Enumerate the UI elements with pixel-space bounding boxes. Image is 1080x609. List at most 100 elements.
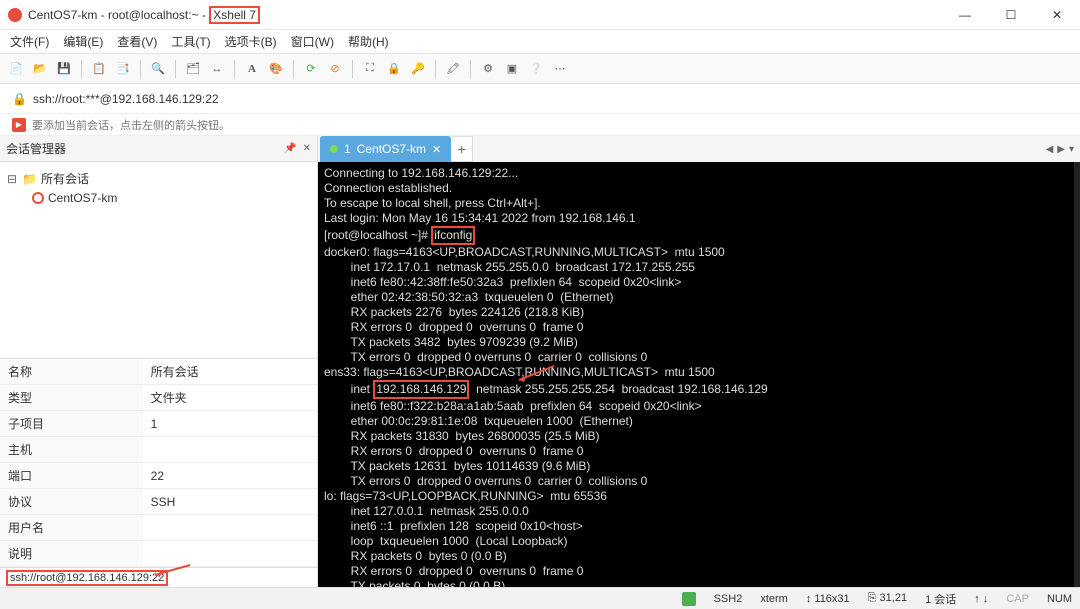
transfer-button[interactable]: ↔	[207, 59, 227, 79]
address-bar[interactable]: 🔒 ssh://root:***@192.168.146.129:22	[0, 84, 1080, 114]
tree-session-item[interactable]: CentOS7-km	[4, 189, 313, 207]
search-button[interactable]: 🔍	[148, 59, 168, 79]
settings-button[interactable]: ⚙	[478, 59, 498, 79]
property-row: 类型文件夹	[0, 385, 317, 411]
pin-icon[interactable]: 📌	[284, 143, 296, 154]
window-title: CentOS7-km - root@localhost:~ - Xshell 7	[28, 8, 260, 22]
property-value: SSH	[143, 489, 317, 515]
property-key: 说明	[0, 541, 143, 567]
separator	[470, 60, 471, 78]
status-net: ↑ ↓	[974, 593, 988, 605]
separator	[140, 60, 141, 78]
tab-menu-button[interactable]: ▾	[1069, 144, 1074, 155]
add-tab-button[interactable]: +	[451, 136, 473, 162]
status-ssh: SSH2	[714, 593, 743, 605]
tab-next-button[interactable]: ▶	[1057, 144, 1065, 155]
color-button[interactable]: 🎨	[266, 59, 286, 79]
panel-close-button[interactable]: ✕	[303, 143, 311, 154]
separator	[81, 60, 82, 78]
hint-text: 要添加当前会话，点击左侧的箭头按钮。	[32, 117, 230, 133]
session-tree[interactable]: ⊟ 📁 所有会话 CentOS7-km	[0, 162, 317, 358]
tree-root[interactable]: ⊟ 📁 所有会话	[4, 168, 313, 189]
menu-item[interactable]: 编辑(E)	[63, 33, 103, 50]
tab-index: 1	[344, 142, 351, 156]
property-key: 用户名	[0, 515, 143, 541]
font-button[interactable]: A	[242, 59, 262, 79]
property-value: 所有会话	[143, 359, 317, 385]
session-manager-panel: 会话管理器 📌 ✕ ⊟ 📁 所有会话 CentOS7-km 名称所有会话类型文件…	[0, 136, 318, 587]
property-key: 协议	[0, 489, 143, 515]
session-manager-title: 会话管理器	[6, 140, 66, 157]
hint-bar: ▶ 要添加当前会话，点击左侧的箭头按钮。	[0, 114, 1080, 136]
lock-button[interactable]: 🔒	[384, 59, 404, 79]
separator	[435, 60, 436, 78]
content-area: 1 CentOS7-km ✕ + ◀ ▶ ▾ Connecting to 192…	[318, 136, 1080, 587]
title-userhost: root@localhost:~	[108, 8, 199, 22]
title-app: Xshell 7	[209, 6, 260, 24]
menu-item[interactable]: 文件(F)	[10, 33, 49, 50]
address-url: ssh://root:***@192.168.146.129:22	[33, 92, 219, 106]
tab-prev-button[interactable]: ◀	[1046, 144, 1054, 155]
key-button[interactable]: 🔑	[408, 59, 428, 79]
close-button[interactable]: ✕	[1034, 0, 1080, 30]
terminal[interactable]: Connecting to 192.168.146.129:22... Conn…	[318, 162, 1080, 587]
play-icon[interactable]: ▶	[12, 118, 26, 132]
tab-bar: 1 CentOS7-km ✕ + ◀ ▶ ▾	[318, 136, 1080, 162]
menu-item[interactable]: 工具(T)	[171, 33, 210, 50]
annotation-ifconfig: ifconfig	[431, 226, 475, 245]
status-bar: SSH2 xterm ↕ 116x31 ⎘ 31,21 1 会话 ↑ ↓ CAP…	[0, 587, 1080, 609]
highlight-button[interactable]: 🖍	[443, 59, 463, 79]
help-button[interactable]: ❔	[526, 59, 546, 79]
disconnect-button[interactable]: ⊘	[325, 59, 345, 79]
title-bar: CentOS7-km - root@localhost:~ - Xshell 7…	[0, 0, 1080, 30]
new-session-button[interactable]: 📄	[6, 59, 26, 79]
app-icon	[8, 8, 22, 22]
session-properties: 名称所有会话类型文件夹子项目1主机端口22协议SSH用户名说明	[0, 358, 317, 567]
session-manager-header: 会话管理器 📌 ✕	[0, 136, 317, 162]
ssh-icon	[682, 592, 696, 606]
status-pos: ⎘ 31,21	[868, 592, 907, 605]
footer-url-text: ssh://root@192.168.146.129:22	[6, 570, 168, 586]
menu-item[interactable]: 选项卡(B)	[225, 33, 277, 50]
lock-icon: 🔒	[12, 92, 27, 106]
separator	[175, 60, 176, 78]
minimize-button[interactable]: —	[942, 0, 988, 30]
more-button[interactable]: ⋯	[550, 59, 570, 79]
property-key: 端口	[0, 463, 143, 489]
property-row: 子项目1	[0, 411, 317, 437]
footer-url: ssh://root@192.168.146.129:22	[0, 567, 317, 587]
maximize-button[interactable]: ☐	[988, 0, 1034, 30]
status-sessions: 1 会话	[925, 591, 956, 607]
menu-item[interactable]: 查看(V)	[117, 33, 157, 50]
property-row: 端口22	[0, 463, 317, 489]
reconnect-button[interactable]: ⟳	[301, 59, 321, 79]
title-session: CentOS7-km	[28, 8, 97, 22]
status-size: ↕ 116x31	[806, 593, 850, 605]
fullscreen-button[interactable]: ⛶	[360, 59, 380, 79]
tab-close-button[interactable]: ✕	[432, 143, 441, 156]
copy-button[interactable]: 📋	[89, 59, 109, 79]
menu-bar: 文件(F) 编辑(E) 查看(V) 工具(T) 选项卡(B) 窗口(W) 帮助(H)	[0, 30, 1080, 54]
property-row: 主机	[0, 437, 317, 463]
property-key: 主机	[0, 437, 143, 463]
tab-session[interactable]: 1 CentOS7-km ✕	[320, 136, 451, 162]
separator	[234, 60, 235, 78]
property-key: 子项目	[0, 411, 143, 437]
status-dot-icon	[330, 145, 338, 153]
property-value	[143, 541, 317, 567]
tree-root-label: 所有会话	[41, 170, 89, 187]
menu-item[interactable]: 窗口(W)	[291, 33, 334, 50]
collapse-icon[interactable]: ⊟	[6, 172, 18, 186]
property-row: 协议SSH	[0, 489, 317, 515]
separator	[293, 60, 294, 78]
save-button[interactable]: 💾	[54, 59, 74, 79]
paste-button[interactable]: 📑	[113, 59, 133, 79]
property-row: 说明	[0, 541, 317, 567]
property-row: 用户名	[0, 515, 317, 541]
session-button[interactable]: 🗂	[183, 59, 203, 79]
property-value: 文件夹	[143, 385, 317, 411]
separator	[352, 60, 353, 78]
open-button[interactable]: 📂	[30, 59, 50, 79]
menu-item[interactable]: 帮助(H)	[348, 33, 389, 50]
terminal-button[interactable]: ▣	[502, 59, 522, 79]
